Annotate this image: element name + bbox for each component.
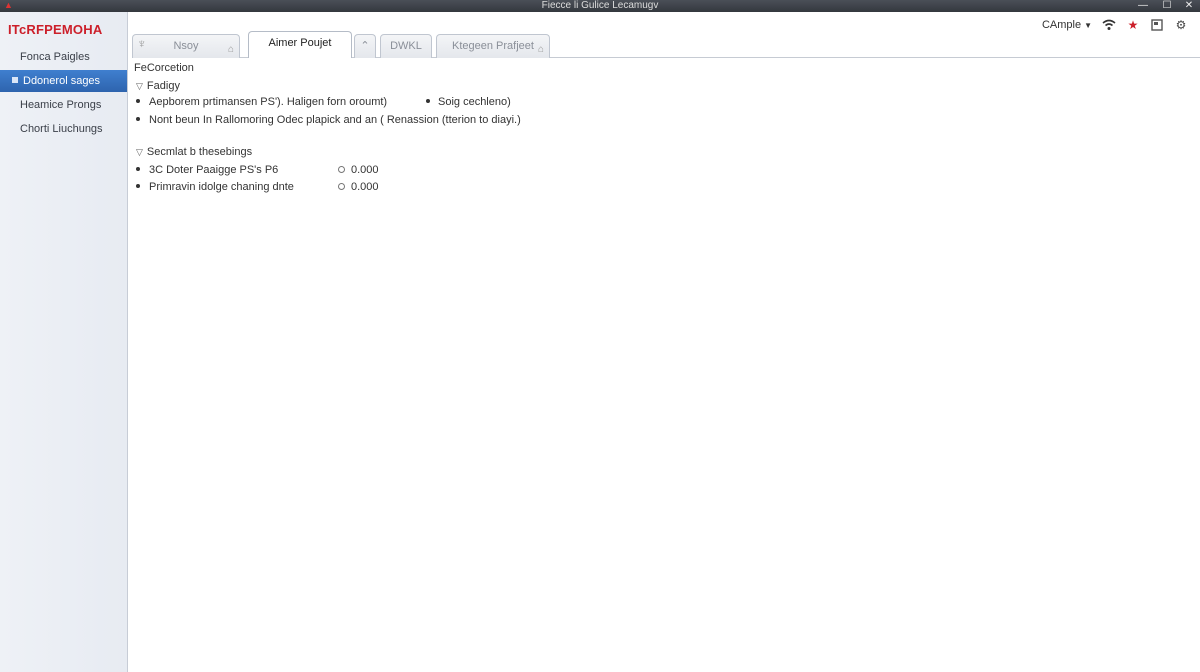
sidebar: ITcRFPEMOHA Fonca Paigles Ddonerol sages… <box>0 12 128 672</box>
close-icon: ⌃ <box>360 40 370 52</box>
sidebar-item-ddonerol-sages[interactable]: Ddonerol sages <box>0 70 127 92</box>
sidebar-item-fonca-paigles[interactable]: Fonca Paigles <box>0 46 127 68</box>
bullet-icon <box>136 167 140 171</box>
radio-button[interactable] <box>338 183 345 190</box>
list-item-text: 3C Doter Paaigge PS's P6 <box>149 164 279 176</box>
close-window-button[interactable]: ✕ <box>1178 0 1200 12</box>
list-item: 3C Doter Paaigge PS's P6 <box>136 164 278 176</box>
sidebar-item-heamice-prongs[interactable]: Heamice Prongs <box>0 94 127 116</box>
list-item: Nont beun In Rallomoring Odec plapick an… <box>136 114 521 126</box>
value-text: 0.000 <box>351 181 379 193</box>
tab-label: Ktegeen Prafjeet <box>452 40 534 52</box>
pin-icon: ♆ <box>137 36 147 51</box>
tab-close[interactable]: ⌃ <box>354 34 376 58</box>
sidebar-nav: Fonca Paigles Ddonerol sages Heamice Pro… <box>0 46 127 142</box>
bullet-icon <box>426 99 430 103</box>
tab-label: Nsoy <box>173 40 199 52</box>
value-field[interactable]: 0.000 <box>338 164 379 176</box>
tab-aimer-poujet[interactable]: Aimer Poujet <box>248 31 352 59</box>
value-text: 0.000 <box>351 164 379 176</box>
list-item: Primravin idolge chaning dnte <box>136 181 294 193</box>
tab-dwkl[interactable]: DWKL <box>380 34 432 58</box>
group-header[interactable]: ▽ Secmlat b thesebings <box>136 146 252 158</box>
chevron-down-icon[interactable]: ▽ <box>136 81 143 91</box>
chevron-down-icon[interactable]: ▽ <box>136 147 143 157</box>
value-field[interactable]: 0.000 <box>338 181 379 193</box>
window-title: Fiecce li Gulice Lecamugv <box>541 0 659 11</box>
list-item-text: Primravin idolge chaning dnte <box>149 181 294 193</box>
chevron-down-icon: ▼ <box>1084 21 1092 30</box>
list-item-text: Nont beun In Rallomoring Odec plapick an… <box>149 114 521 126</box>
main-content: FeCorcetion ▽ Fadigy Aepborem prtimansen … <box>128 58 1200 672</box>
radio-button[interactable] <box>338 166 345 173</box>
list-item-text: Aepborem prtimansen PS'). Haligen forn o… <box>149 96 388 108</box>
group-title: Secmlat b thesebings <box>146 146 253 158</box>
list-item-extra: Soig cechleno) <box>426 96 511 108</box>
list-item-extra-text: Soig cechleno) <box>438 96 511 108</box>
maximize-button[interactable]: ☐ <box>1156 0 1178 12</box>
tab-ktegeen-prafjeet[interactable]: Ktegeen Prafjeet ⌂ <box>436 34 550 58</box>
tab-nsoy[interactable]: ♆ Nsoy ⌂ <box>132 34 240 58</box>
group-header[interactable]: ▽ Fadigy <box>136 80 180 92</box>
minimize-button[interactable]: — <box>1132 0 1154 12</box>
tab-label: Aimer Poujet <box>268 37 332 49</box>
group-title: Fadigy <box>146 80 180 92</box>
bullet-icon <box>136 117 140 121</box>
list-item: Aepborem prtimansen PS'). Haligen forn o… <box>136 96 387 108</box>
tab-label: DWKL <box>390 40 422 52</box>
section-title: FeCorcetion <box>134 62 194 74</box>
title-bar: ▲ Fiecce li Gulice Lecamugv — ☐ ✕ <box>0 0 1200 12</box>
bullet-icon <box>136 184 140 188</box>
tab-bar: ♆ Nsoy ⌂ Aimer Poujet ⌃ DWKL Ktegeen Pra… <box>132 30 1200 59</box>
brand-logo: ITcRFPEMOHA <box>8 22 103 37</box>
sidebar-item-chorti-liuchungs[interactable]: Chorti Liuchungs <box>0 118 127 140</box>
bullet-icon <box>136 99 140 103</box>
